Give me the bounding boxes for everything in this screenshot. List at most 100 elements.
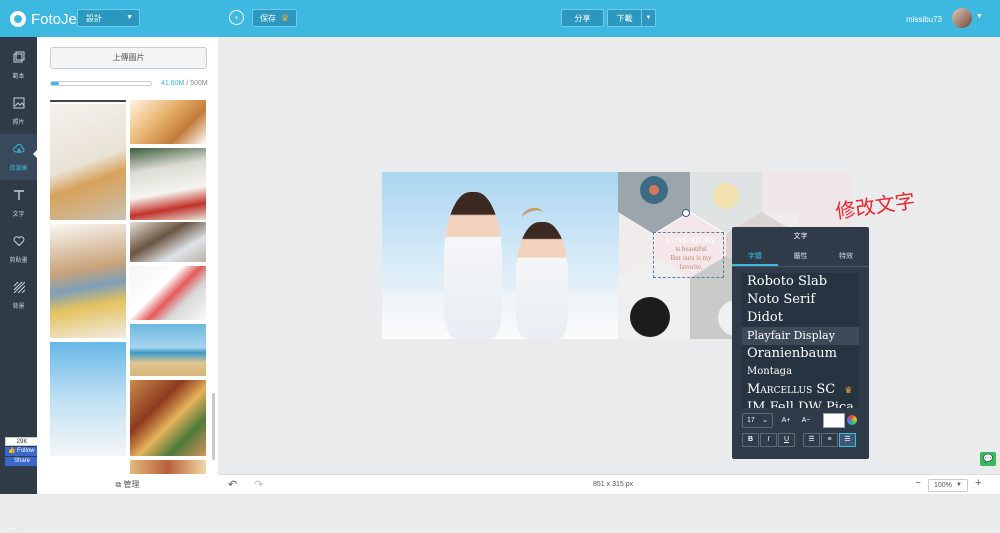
bold-button[interactable]: B <box>742 433 759 447</box>
align-left-button[interactable]: ☰ <box>803 433 820 447</box>
panel-scrollbar[interactable] <box>212 393 215 460</box>
font-option[interactable]: Roboto Slab <box>742 273 859 291</box>
zoom-in-button[interactable]: + <box>975 477 981 489</box>
flower-glass <box>713 183 739 209</box>
bottom-bar: ↶ ↷ 851 x 315 px − 100% ▼ + <box>218 474 1000 494</box>
facebook-like-icon: 👍 <box>8 448 16 454</box>
sidebar-item-photos[interactable]: 照片 <box>0 88 37 134</box>
top-bar: FotoJet 設計 ▼ ‹ 保存 ♛ 分享 下載 ▼ missibu73 ▼ <box>0 0 1000 37</box>
font-option[interactable]: Montaga <box>742 363 859 381</box>
chevron-up-icon[interactable]: ︿ <box>8 520 17 533</box>
heart-icon <box>13 236 24 247</box>
love-story-text-block: LOVE STORY is beautiful But ours is my f… <box>658 236 724 272</box>
undo-icon[interactable]: ↶ <box>228 478 237 491</box>
library-thumbnail[interactable] <box>130 222 206 262</box>
font-option[interactable]: Noto Serif <box>742 291 859 309</box>
chevron-down-icon: ▼ <box>645 15 652 21</box>
back-button[interactable]: ‹ <box>229 10 244 25</box>
font-list[interactable]: Roboto Slab Noto Serif Didot Playfair Di… <box>742 273 859 408</box>
font-option[interactable]: Didot <box>742 309 859 327</box>
app-logo[interactable]: FotoJet <box>10 9 81 29</box>
increase-font-button[interactable]: A+ <box>779 417 793 424</box>
crown-icon: ♛ <box>280 12 290 23</box>
font-option[interactable]: Marcellus SC ♛ <box>742 381 859 399</box>
main-photo[interactable] <box>382 172 619 339</box>
text-edit-panel: 文字 字體 屬性 特效 Roboto Slab Noto Serif Didot… <box>732 227 869 459</box>
sidebar-item-text[interactable]: 文字 <box>0 180 37 226</box>
tab-fonts[interactable]: 字體 <box>732 247 778 266</box>
canvas-dimensions: 851 x 315 px <box>593 481 634 488</box>
decrease-font-button[interactable]: A− <box>799 417 813 424</box>
underline-button[interactable]: U <box>778 433 795 447</box>
download-button[interactable]: 下載 <box>607 9 641 27</box>
mode-select[interactable]: 設計 ▼ <box>77 9 140 27</box>
zoom-out-button[interactable]: − <box>915 478 921 489</box>
library-thumbnail[interactable] <box>130 148 206 220</box>
storage-usage: 41.60M / 500M <box>161 80 208 87</box>
facebook-share-button[interactable]: Share <box>5 457 39 466</box>
redo-icon[interactable]: ↷ <box>254 478 263 491</box>
library-thumbnail[interactable] <box>50 104 126 220</box>
fotojet-logo-icon <box>10 11 26 27</box>
username[interactable]: missibu73 <box>906 15 942 24</box>
align-right-button[interactable]: ☰ <box>839 433 856 447</box>
sidebar-item-templates[interactable]: 範本 <box>0 42 37 88</box>
align-left-icon: ☰ <box>808 436 815 443</box>
text-line: favorite. <box>679 263 703 271</box>
zoom-select[interactable]: 100% ▼ <box>928 479 968 492</box>
library-thumbnail[interactable] <box>130 100 206 144</box>
library-thumbnail[interactable] <box>130 380 206 456</box>
font-size-select[interactable]: 17 ⌄ <box>742 413 773 428</box>
sidebar-item-library[interactable]: 資源庫 <box>0 134 38 180</box>
manage-button[interactable]: ⧉ 管理 <box>37 475 218 494</box>
italic-button[interactable]: I <box>760 433 777 447</box>
chat-feedback-icon[interactable]: 💬 <box>980 452 996 466</box>
background-icon <box>13 281 25 293</box>
photo-icon <box>13 97 24 109</box>
align-center-icon: ≡ <box>827 436 832 443</box>
sidebar-nav: 範本 照片 資源庫 文字 剪貼畫 背景 ︿ <box>0 37 38 532</box>
chevron-down-icon: ⌄ <box>762 417 768 424</box>
text-color-swatch[interactable] <box>823 413 845 428</box>
tab-properties[interactable]: 屬性 <box>778 247 824 266</box>
font-size-row: 17 ⌄ A+ A− <box>742 413 813 428</box>
avatar[interactable] <box>952 8 972 28</box>
download-dropdown-button[interactable]: ▼ <box>641 9 656 27</box>
chevron-down-icon: ▼ <box>126 14 133 21</box>
sidebar-item-background[interactable]: 背景 <box>0 272 37 318</box>
divider <box>50 100 126 102</box>
color-picker-icon[interactable] <box>847 415 857 425</box>
library-thumbnail[interactable] <box>130 460 206 474</box>
user-menu-chevron-icon[interactable]: ▼ <box>976 13 983 20</box>
facebook-widget: 29K 👍 Follow Share <box>5 437 39 471</box>
coffee-cup <box>630 297 670 337</box>
facebook-follow-button[interactable]: 👍 Follow <box>5 447 39 456</box>
text-icon <box>13 190 24 200</box>
font-option[interactable]: IM Fell DW Pica <box>742 399 859 408</box>
align-center-button[interactable]: ≡ <box>821 433 838 447</box>
child-figure <box>516 222 568 339</box>
library-panel: 上傳圖片 41.60M / 500M <box>37 37 218 494</box>
font-option[interactable]: Oranienbaum <box>742 345 859 363</box>
font-option-selected[interactable]: Playfair Display <box>742 327 859 345</box>
clock-center <box>649 185 659 195</box>
facebook-count: 29K <box>5 437 39 446</box>
library-thumbnail[interactable] <box>130 266 206 320</box>
storage-progress-fill <box>51 82 60 85</box>
text-line: LOVE STORY <box>666 236 716 245</box>
chevron-down-icon: ▼ <box>956 482 962 488</box>
rotate-handle[interactable] <box>682 209 690 217</box>
storage-progress-bar <box>50 81 152 86</box>
tab-effects[interactable]: 特效 <box>823 247 869 266</box>
crown-icon: ♛ <box>844 386 853 396</box>
library-thumbnail[interactable] <box>50 342 126 456</box>
template-icon <box>13 51 24 63</box>
sidebar-item-clipart[interactable]: 剪貼畫 <box>0 226 37 272</box>
cloud-upload-icon <box>12 143 24 153</box>
library-thumbnail[interactable] <box>50 224 126 338</box>
text-line: is beautiful <box>675 245 707 253</box>
save-button[interactable]: 保存 ♛ <box>252 9 297 27</box>
library-thumbnail[interactable] <box>130 324 206 376</box>
upload-image-button[interactable]: 上傳圖片 <box>50 47 207 69</box>
share-button[interactable]: 分享 <box>561 9 604 27</box>
